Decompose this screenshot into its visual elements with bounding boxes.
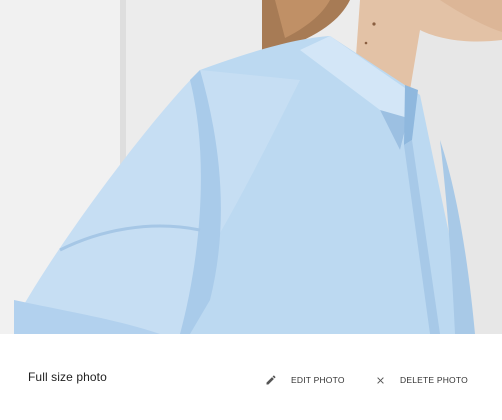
full-size-photo [0,0,502,334]
edit-photo-label: EDIT PHOTO [291,375,345,385]
photo-card: Full size photo EDIT PHOTO DELETE PHOTO [0,0,502,420]
photo-caption: Full size photo [28,370,107,384]
photo-footer: Full size photo EDIT PHOTO DELETE PHOTO [0,334,502,420]
pencil-icon [264,373,278,387]
edit-photo-button[interactable]: EDIT PHOTO [264,370,345,390]
photo-illustration [0,0,502,334]
close-icon [373,373,387,387]
delete-photo-label: DELETE PHOTO [400,375,468,385]
delete-photo-button[interactable]: DELETE PHOTO [373,370,468,390]
